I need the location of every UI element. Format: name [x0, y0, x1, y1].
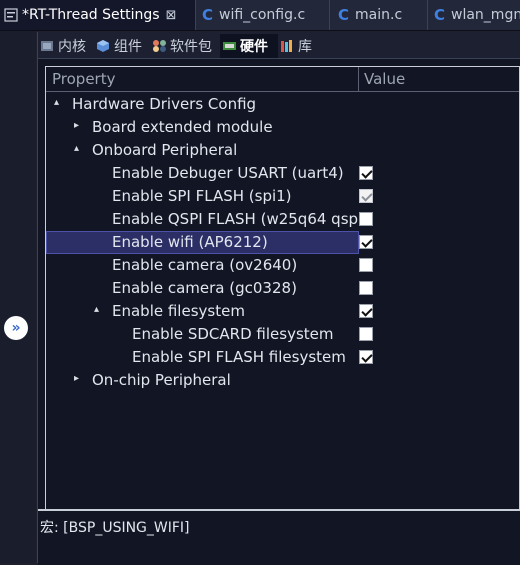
settings-tab-bar: 内核 组件 软件包 硬件 库: [38, 32, 520, 59]
tree-row-label: Board extended module: [92, 118, 273, 136]
filesystem-checkbox[interactable]: [359, 304, 373, 318]
tree-row[interactable]: ▴ Onboard Peripheral: [46, 139, 519, 162]
tab-kernel[interactable]: 内核: [38, 34, 94, 58]
tab-label: 库: [298, 39, 312, 55]
tree-row-label: Enable wifi (AP6212): [112, 233, 268, 251]
tab-label: 内核: [58, 39, 86, 55]
uart4-checkbox[interactable]: [359, 166, 373, 180]
tab-label: 组件: [114, 39, 142, 55]
tab-rt-thread-settings[interactable]: *RT-Thread Settings ⊠: [0, 0, 196, 30]
editor-tab-bar: *RT-Thread Settings ⊠ C wifi_config.c C …: [0, 0, 520, 31]
tree-row-label: Enable SPI FLASH (spi1): [112, 187, 292, 205]
tree-row[interactable]: ▴ Enable filesystem: [46, 300, 519, 323]
tab-hardware[interactable]: 硬件: [220, 34, 278, 58]
tree-row-selected[interactable]: Enable wifi (AP6212): [46, 231, 519, 254]
wifi-checkbox[interactable]: [359, 235, 373, 249]
tab-packages[interactable]: 软件包: [150, 34, 220, 58]
tree-row-label: Onboard Peripheral: [92, 141, 238, 159]
collapse-arrow-icon[interactable]: ▴: [94, 304, 99, 315]
expand-panel-button[interactable]: »: [4, 316, 28, 340]
sdcard-fs-checkbox[interactable]: [359, 327, 373, 341]
tree-row-label: On-chip Peripheral: [92, 371, 231, 389]
settings-panel: 内核 组件 软件包 硬件 库 Property Value ▴ Hardware…: [37, 32, 520, 565]
value-column-header[interactable]: Value: [364, 70, 405, 88]
tab-library[interactable]: 库: [278, 34, 322, 58]
camera-ov2640-checkbox[interactable]: [359, 258, 373, 272]
c-file-icon: C: [338, 6, 350, 24]
tab-wlan-mgnt[interactable]: C wlan_mgnt: [428, 0, 520, 30]
tab-label: wlan_mgnt: [451, 7, 520, 23]
tree-row[interactable]: Enable QSPI FLASH (w25q64 qspi): [46, 208, 519, 231]
tree-row-label: Enable SDCARD filesystem: [132, 325, 334, 343]
tree-row[interactable]: ▸ On-chip Peripheral: [46, 369, 519, 392]
tree-row-label: Enable SPI FLASH filesystem: [132, 348, 346, 366]
tab-wifi-config[interactable]: C wifi_config.c: [196, 0, 330, 30]
tree-row-label: Enable camera (gc0328): [112, 279, 297, 297]
kernel-icon: [40, 39, 55, 53]
packages-icon: [152, 39, 167, 53]
property-column-header[interactable]: Property: [52, 70, 115, 88]
collapse-arrow-icon[interactable]: ▴: [54, 97, 59, 108]
tree-row[interactable]: ▸ Board extended module: [46, 116, 519, 139]
tab-label: *RT-Thread Settings: [22, 7, 160, 23]
spi-flash-checkbox[interactable]: [359, 189, 373, 203]
expand-arrow-icon[interactable]: ▸: [74, 373, 79, 384]
tab-label: 软件包: [170, 39, 212, 55]
c-file-icon: C: [202, 6, 214, 24]
tree-row-label: Enable QSPI FLASH (w25q64 qspi): [112, 210, 369, 228]
tree-row[interactable]: Enable Debuger USART (uart4): [46, 162, 519, 185]
tree-row-label: Enable Debuger USART (uart4): [112, 164, 344, 182]
macro-text: 宏: [BSP_USING_WIFI]: [40, 520, 190, 536]
left-gutter: »: [0, 31, 36, 563]
library-icon: [280, 39, 295, 53]
tree-row[interactable]: Enable SPI FLASH (spi1): [46, 185, 519, 208]
tree-row-label: Hardware Drivers Config: [72, 95, 257, 113]
tree-row[interactable]: ▴ Hardware Drivers Config: [46, 93, 519, 116]
tree-row[interactable]: Enable SDCARD filesystem: [46, 323, 519, 346]
expand-arrow-icon[interactable]: ▸: [74, 120, 79, 131]
spi-flash-fs-checkbox[interactable]: [359, 350, 373, 364]
cube-icon: [96, 39, 111, 53]
camera-gc0328-checkbox[interactable]: [359, 281, 373, 295]
close-icon[interactable]: ⊠: [166, 8, 177, 23]
tree-row[interactable]: Enable camera (ov2640): [46, 254, 519, 277]
tree-row-label: Enable camera (ov2640): [112, 256, 298, 274]
hardware-board-icon: [222, 39, 237, 53]
tab-main-c[interactable]: C main.c: [330, 0, 428, 30]
tree-header: Property Value: [46, 67, 519, 92]
tab-label: main.c: [355, 7, 403, 23]
qspi-flash-checkbox[interactable]: [359, 212, 373, 226]
tree-row[interactable]: Enable SPI FLASH filesystem: [46, 346, 519, 369]
property-tree: Property Value ▴ Hardware Drivers Config…: [45, 66, 520, 531]
tree-row-label: Enable filesystem: [112, 302, 245, 320]
tree-row[interactable]: Enable camera (gc0328): [46, 277, 519, 300]
tab-label: 硬件: [240, 39, 268, 55]
collapse-arrow-icon[interactable]: ▴: [74, 143, 79, 154]
column-separator[interactable]: [358, 67, 359, 91]
tab-components[interactable]: 组件: [94, 34, 150, 58]
macro-status-area: 宏: [BSP_USING_WIFI]: [38, 509, 520, 565]
settings-file-icon: [4, 8, 18, 22]
c-file-icon: C: [434, 6, 446, 24]
tab-label: wifi_config.c: [219, 7, 306, 23]
